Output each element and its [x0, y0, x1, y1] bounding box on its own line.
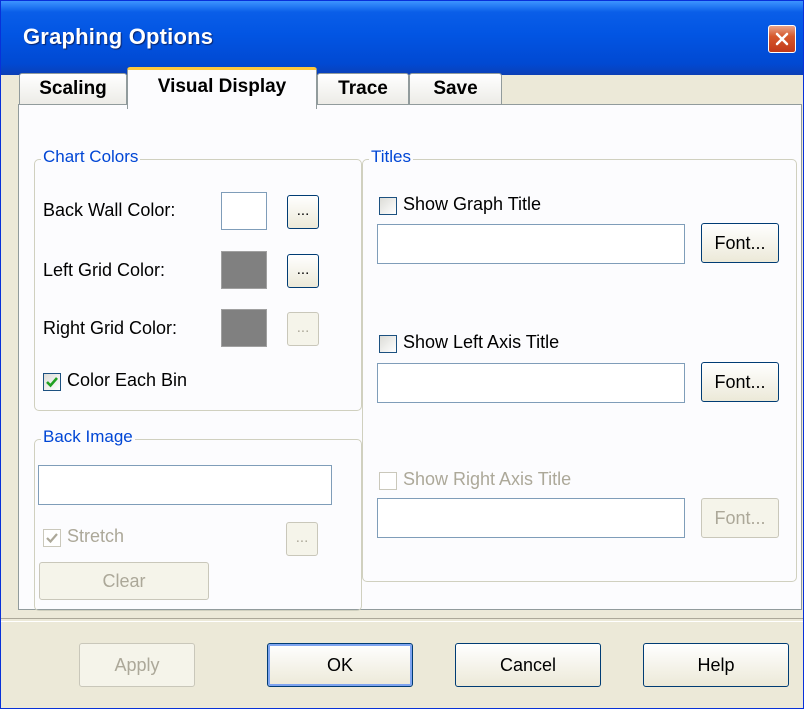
chart-colors-legend: Chart Colors [41, 147, 141, 167]
right-grid-color-swatch [221, 309, 267, 347]
tab-trace[interactable]: Trace [317, 73, 409, 105]
stretch-checkbox[interactable] [43, 529, 61, 547]
checkmark-icon [46, 533, 58, 544]
back-image-browse-button[interactable]: ... [286, 522, 318, 556]
show-right-axis-title-checkbox[interactable] [379, 472, 397, 490]
tab-visual-display[interactable]: Visual Display [127, 67, 317, 109]
right-axis-title-font-button[interactable]: Font... [701, 498, 779, 538]
back-wall-color-browse-button[interactable]: ... [287, 195, 319, 229]
back-image-group: Back Image Stretch ... Clear [34, 427, 362, 611]
close-icon [775, 32, 789, 46]
cancel-button[interactable]: Cancel [455, 643, 601, 687]
graph-title-input[interactable] [377, 224, 685, 264]
tab-save[interactable]: Save [409, 73, 502, 105]
clear-button[interactable]: Clear [39, 562, 209, 600]
show-graph-title-checkbox[interactable] [379, 197, 397, 215]
show-left-axis-title-checkbox[interactable] [379, 335, 397, 353]
back-wall-color-label: Back Wall Color: [43, 200, 176, 220]
show-graph-title-label[interactable]: Show Graph Title [403, 194, 541, 215]
back-wall-color-swatch [221, 192, 267, 230]
right-grid-color-browse-button[interactable]: ... [287, 312, 319, 346]
show-left-axis-title-label[interactable]: Show Left Axis Title [403, 332, 559, 353]
help-button[interactable]: Help [643, 643, 789, 687]
show-right-axis-title-label: Show Right Axis Title [403, 469, 572, 489]
visual-display-panel: Chart Colors Back Wall Color: ... Left G… [18, 104, 802, 611]
left-axis-title-font-button[interactable]: Font... [701, 362, 779, 402]
right-grid-color-label: Right Grid Color: [43, 318, 178, 338]
tab-scaling[interactable]: Scaling [19, 73, 127, 105]
left-grid-color-browse-button[interactable]: ... [287, 254, 319, 288]
stretch-label: Stretch [67, 526, 125, 546]
back-image-legend: Back Image [41, 427, 135, 447]
apply-button[interactable]: Apply [79, 643, 195, 687]
ok-button[interactable]: OK [267, 643, 413, 687]
chart-colors-group: Chart Colors Back Wall Color: ... Left G… [34, 147, 362, 411]
titles-group: Titles Show Graph Title Font... Show Lef… [362, 147, 797, 582]
left-grid-color-label: Left Grid Color: [43, 260, 166, 280]
dialog-title: Graphing Options [23, 24, 214, 49]
left-axis-title-input[interactable] [377, 363, 685, 403]
left-grid-color-swatch [221, 251, 267, 289]
titles-legend: Titles [369, 147, 413, 167]
footer-separator [1, 618, 803, 622]
color-each-bin-checkbox[interactable] [43, 373, 61, 391]
graph-title-font-button[interactable]: Font... [701, 223, 779, 263]
close-button[interactable] [768, 25, 796, 53]
graphing-options-dialog: Graphing Options Scaling Visual Display … [0, 0, 804, 709]
right-axis-title-input[interactable] [377, 498, 685, 538]
title-bar[interactable]: Graphing Options [1, 1, 803, 75]
checkmark-icon [46, 377, 58, 388]
back-image-path-input[interactable] [38, 465, 332, 505]
color-each-bin-label[interactable]: Color Each Bin [67, 370, 187, 391]
